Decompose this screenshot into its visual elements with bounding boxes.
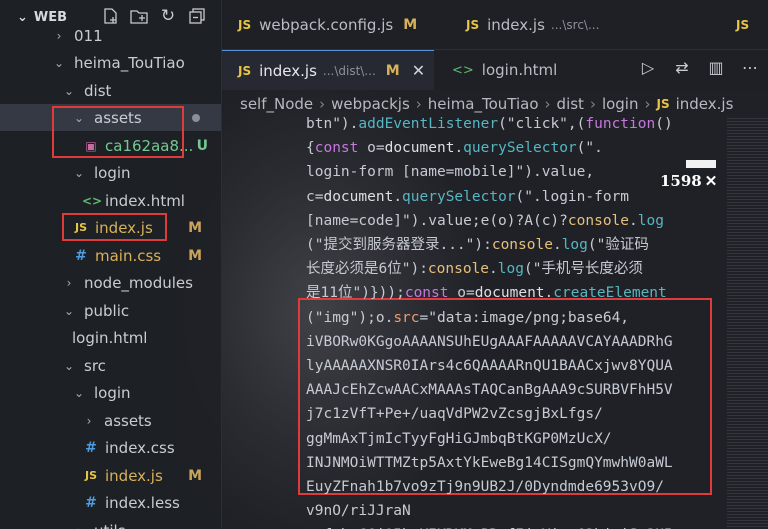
tree-item[interactable]: ▣ ca162aa8... U [0, 132, 221, 159]
js-file-icon: JS [466, 17, 480, 32]
tree-item-label: heima_TouTiao [74, 53, 185, 72]
chevron-right-icon[interactable]: › [62, 276, 76, 290]
tab-login-html[interactable]: <> login.html [438, 50, 588, 90]
tab-src-index[interactable]: JS index.js ...\src\... [454, 0, 654, 49]
git-status-badge: U [196, 137, 208, 154]
tree-item-label: index.js [95, 218, 153, 237]
tab-bar-top: JS webpack.config.js M JS index.js ...\s… [222, 0, 768, 50]
tree-item-label: login.html [72, 328, 148, 347]
image-file-icon: ▣ [85, 138, 97, 153]
editor-toolbar: ▷ ⇄ ▥ ⋯ [638, 58, 760, 77]
chevron-down-icon[interactable]: ⌄ [52, 56, 66, 70]
tree-item-label: index.css [105, 438, 175, 457]
tree-item-label: ca162aa8... [105, 136, 194, 155]
chevron-down-icon[interactable]: ⌄ [72, 111, 86, 125]
tree-item[interactable]: login.html [0, 324, 221, 351]
tree-item[interactable]: ⌄ assets [0, 104, 221, 131]
size-badge: 1598 ✕ [658, 172, 720, 190]
tree-item-label: index.less [105, 493, 180, 512]
git-status-badge: M [188, 219, 202, 236]
chevron-down-icon[interactable]: ⌄ [62, 359, 76, 373]
tree-item[interactable]: JS index.js M [0, 214, 221, 241]
tree-item[interactable]: # main.css M [0, 242, 221, 269]
git-status-badge: M [188, 467, 202, 484]
chevron-right-icon[interactable]: › [72, 524, 86, 529]
tab-webpack-config[interactable]: JS webpack.config.js M [222, 0, 438, 49]
breadcrumb-item[interactable]: dist [557, 95, 584, 113]
tree-item[interactable]: ⌄ login [0, 159, 221, 186]
git-status-badge: M [188, 247, 202, 264]
tree-item-label: node_modules [84, 273, 193, 292]
tree-item[interactable]: ⌄ heima_TouTiao [0, 49, 221, 76]
chevron-right-icon[interactable]: › [82, 414, 96, 428]
tree-item[interactable]: <> index.html [0, 187, 221, 214]
tree-item-label: index.html [105, 191, 185, 210]
tab-bar-bottom: JS index.js ...\dist\... M ✕ <> login.ht… [222, 50, 768, 90]
tree-item-label: assets [94, 108, 142, 127]
code-content: btn").addEventListener("click",(function… [306, 116, 673, 529]
tree-item-label: utils [94, 522, 126, 529]
explorer-sidebar: ⌄ WEB ↻ › 011 ⌄ heima_TouTiao ⌄ dist ⌄ assets ▣ c… [0, 0, 222, 529]
tree-item[interactable]: # index.less [0, 489, 221, 516]
tree-item-label: main.css [95, 246, 162, 265]
breadcrumb-item[interactable]: login [602, 95, 639, 113]
css-file-icon: # [85, 439, 97, 456]
tree-item[interactable]: › 011 [0, 22, 221, 49]
chevron-right-icon[interactable]: › [52, 29, 66, 43]
breadcrumb-item[interactable]: index.js [676, 95, 734, 113]
tab-more[interactable]: JS [736, 0, 766, 49]
breadcrumb-item[interactable]: heima_TouTiao [428, 95, 539, 113]
html-file-icon: <> [452, 62, 474, 78]
chevron-down-icon[interactable]: ⌄ [72, 386, 86, 400]
js-file-icon: JS [656, 97, 670, 111]
chevron-down-icon[interactable]: ⌄ [62, 304, 76, 318]
js-file-icon: JS [238, 17, 252, 32]
modified-dot-icon [192, 113, 200, 122]
js-file-icon: JS [84, 469, 97, 482]
tree-item-label: assets [104, 411, 152, 430]
html-file-icon: <> [82, 193, 103, 208]
tree-item[interactable]: › utils [0, 517, 221, 529]
close-tab-icon[interactable]: ✕ [412, 61, 425, 80]
more-actions-icon[interactable]: ⋯ [740, 58, 760, 77]
js-file-icon: JS [736, 17, 750, 32]
tree-item-label: login [94, 383, 131, 402]
tree-item[interactable]: ⌄ public [0, 297, 221, 324]
tree-item[interactable]: ⌄ login [0, 379, 221, 406]
css-file-icon: # [85, 494, 97, 511]
js-file-icon: JS [74, 221, 87, 234]
css-file-icon: # [75, 247, 87, 264]
tree-item-label: src [84, 356, 106, 375]
chevron-down-icon[interactable]: ⌄ [62, 84, 76, 98]
source-control-icon[interactable]: ⇄ [672, 58, 692, 77]
tree-item-label: 011 [74, 26, 103, 45]
run-icon[interactable]: ▷ [638, 58, 658, 77]
minimap[interactable] [727, 118, 768, 529]
tree-item[interactable]: # index.css [0, 434, 221, 461]
js-file-icon: JS [238, 63, 252, 78]
size-indicator-bar [686, 160, 716, 168]
tree-item-label: login [94, 163, 131, 182]
tree-item[interactable]: JS index.js M [0, 462, 221, 489]
tree-item[interactable]: ⌄ src [0, 352, 221, 379]
close-icon[interactable]: ✕ [705, 172, 718, 190]
chevron-down-icon[interactable]: ⌄ [72, 166, 86, 180]
tree-item[interactable]: › node_modules [0, 269, 221, 296]
breadcrumb-item[interactable]: webpackjs [331, 95, 410, 113]
tree-item[interactable]: ⌄ dist [0, 77, 221, 104]
tree-item[interactable]: › assets [0, 407, 221, 434]
tree-item-label: dist [84, 81, 112, 100]
code-editor[interactable]: btn").addEventListener("click",(function… [282, 112, 722, 529]
breadcrumb-item[interactable]: self_Node [240, 95, 313, 113]
tab-dist-index[interactable]: JS index.js ...\dist\... M ✕ [222, 50, 434, 90]
tree-item-label: public [84, 301, 130, 320]
split-editor-icon[interactable]: ▥ [706, 58, 726, 77]
tree-item-label: index.js [105, 466, 163, 485]
